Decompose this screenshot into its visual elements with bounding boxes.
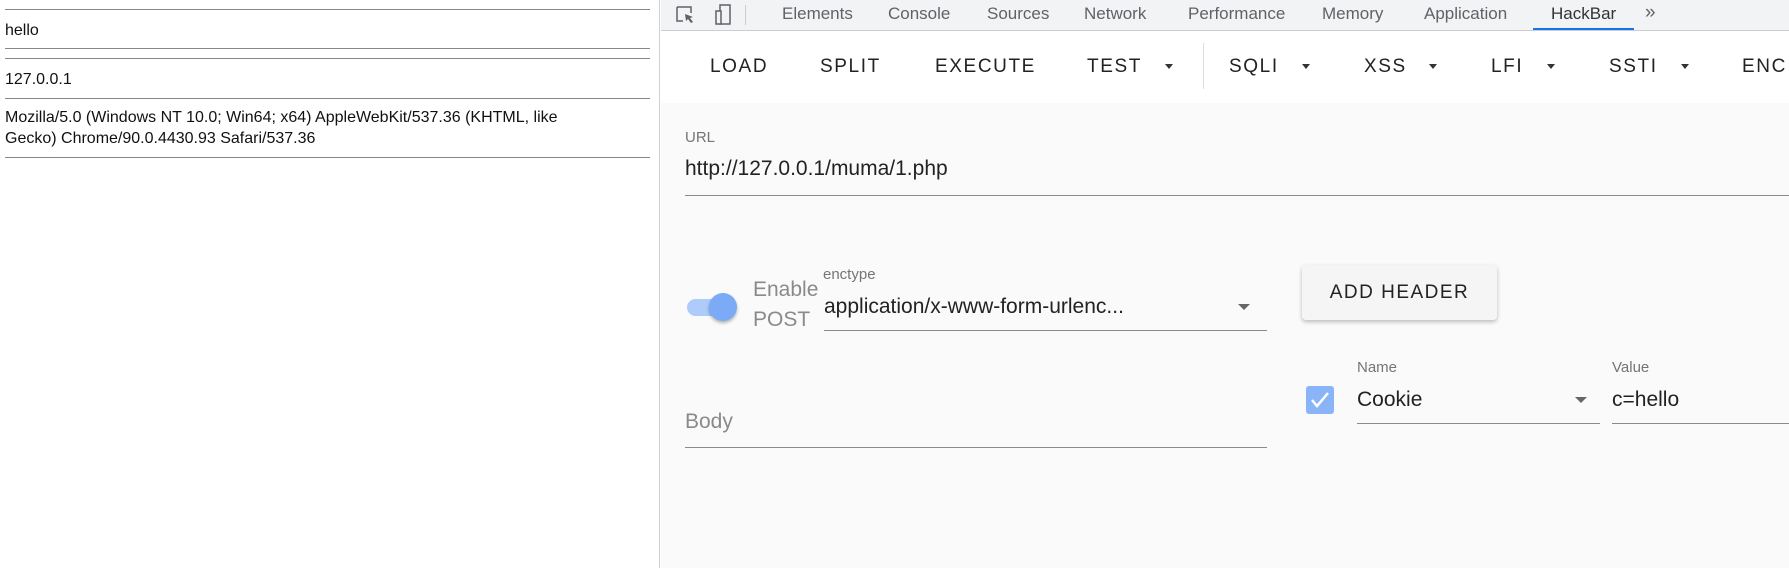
execute-button[interactable]: EXECUTE <box>935 56 1036 78</box>
enable-post-label: Enable <box>753 278 819 301</box>
tab-console[interactable]: Console <box>888 4 950 24</box>
device-toolbar-icon[interactable] <box>715 3 733 27</box>
inspect-element-icon[interactable] <box>675 5 697 25</box>
test-menu-button[interactable]: TEST <box>1087 56 1142 78</box>
chevron-down-icon <box>1165 64 1173 69</box>
header-value-underline <box>1612 423 1789 424</box>
divider <box>745 5 746 25</box>
enctype-underline <box>824 330 1267 331</box>
tab-network[interactable]: Network <box>1084 4 1146 24</box>
hackbar-toolbar: LOAD SPLIT EXECUTE TEST SQLI XSS LFI SST… <box>661 31 1789 103</box>
encoding-menu-button[interactable]: ENC <box>1742 56 1787 78</box>
devtools-tabbar: Elements Console Sources Network Perform… <box>661 0 1789 31</box>
header-name-underline <box>1357 423 1600 424</box>
url-input[interactable]: http://127.0.0.1/muma/1.php <box>685 157 948 181</box>
split-button[interactable]: SPLIT <box>820 56 881 78</box>
tab-memory[interactable]: Memory <box>1322 4 1383 24</box>
text-line: 127.0.0.1 <box>5 71 72 88</box>
tab-sources[interactable]: Sources <box>987 4 1049 24</box>
divider <box>1203 43 1204 89</box>
header-name-select[interactable]: Cookie <box>1357 388 1422 412</box>
devtools-panel: Elements Console Sources Network Perform… <box>661 0 1789 568</box>
header-enabled-checkbox[interactable] <box>1306 386 1334 414</box>
chevron-down-icon <box>1547 64 1555 69</box>
tab-application[interactable]: Application <box>1424 4 1507 24</box>
divider <box>5 157 650 158</box>
url-underline <box>685 195 1789 196</box>
enctype-select[interactable]: application/x-www-form-urlenc... <box>824 295 1124 319</box>
more-tabs-icon[interactable]: » <box>1645 2 1656 24</box>
divider <box>5 98 650 99</box>
body-underline <box>685 447 1267 448</box>
header-value-label: Value <box>1612 359 1650 376</box>
xss-menu-button[interactable]: XSS <box>1364 56 1407 78</box>
add-header-button[interactable]: ADD HEADER <box>1302 265 1497 320</box>
sqli-menu-button[interactable]: SQLI <box>1229 56 1279 78</box>
divider <box>5 9 650 10</box>
enable-post-label: POST <box>753 308 811 331</box>
url-label: URL <box>685 129 716 146</box>
check-icon <box>1311 392 1329 408</box>
ssti-menu-button[interactable]: SSTI <box>1609 56 1658 78</box>
tab-elements[interactable]: Elements <box>782 4 853 24</box>
chevron-down-icon <box>1575 397 1587 403</box>
text-line: Gecko) Chrome/90.0.4430.93 Safari/537.36 <box>5 130 316 147</box>
lfi-menu-button[interactable]: LFI <box>1491 56 1523 78</box>
text-line: Mozilla/5.0 (Windows NT 10.0; Win64; x64… <box>5 109 558 126</box>
tab-hackbar[interactable]: HackBar <box>1551 4 1616 24</box>
page-content: hello 127.0.0.1 Mozilla/5.0 (Windows NT … <box>0 0 660 568</box>
enable-post-toggle[interactable] <box>685 292 743 322</box>
load-button[interactable]: LOAD <box>710 56 768 78</box>
enctype-label: enctype <box>823 266 876 283</box>
divider <box>5 58 650 59</box>
text-line: hello <box>5 22 39 39</box>
chevron-down-icon <box>1302 64 1310 69</box>
chevron-down-icon <box>1681 64 1689 69</box>
divider <box>5 48 650 49</box>
header-name-label: Name <box>1357 359 1398 376</box>
chevron-down-icon <box>1238 304 1250 310</box>
body-input[interactable]: Body <box>685 410 733 434</box>
tab-performance[interactable]: Performance <box>1188 4 1285 24</box>
header-value-input[interactable]: c=hello <box>1612 388 1679 412</box>
active-tab-indicator <box>1533 28 1634 30</box>
chevron-down-icon <box>1429 64 1437 69</box>
